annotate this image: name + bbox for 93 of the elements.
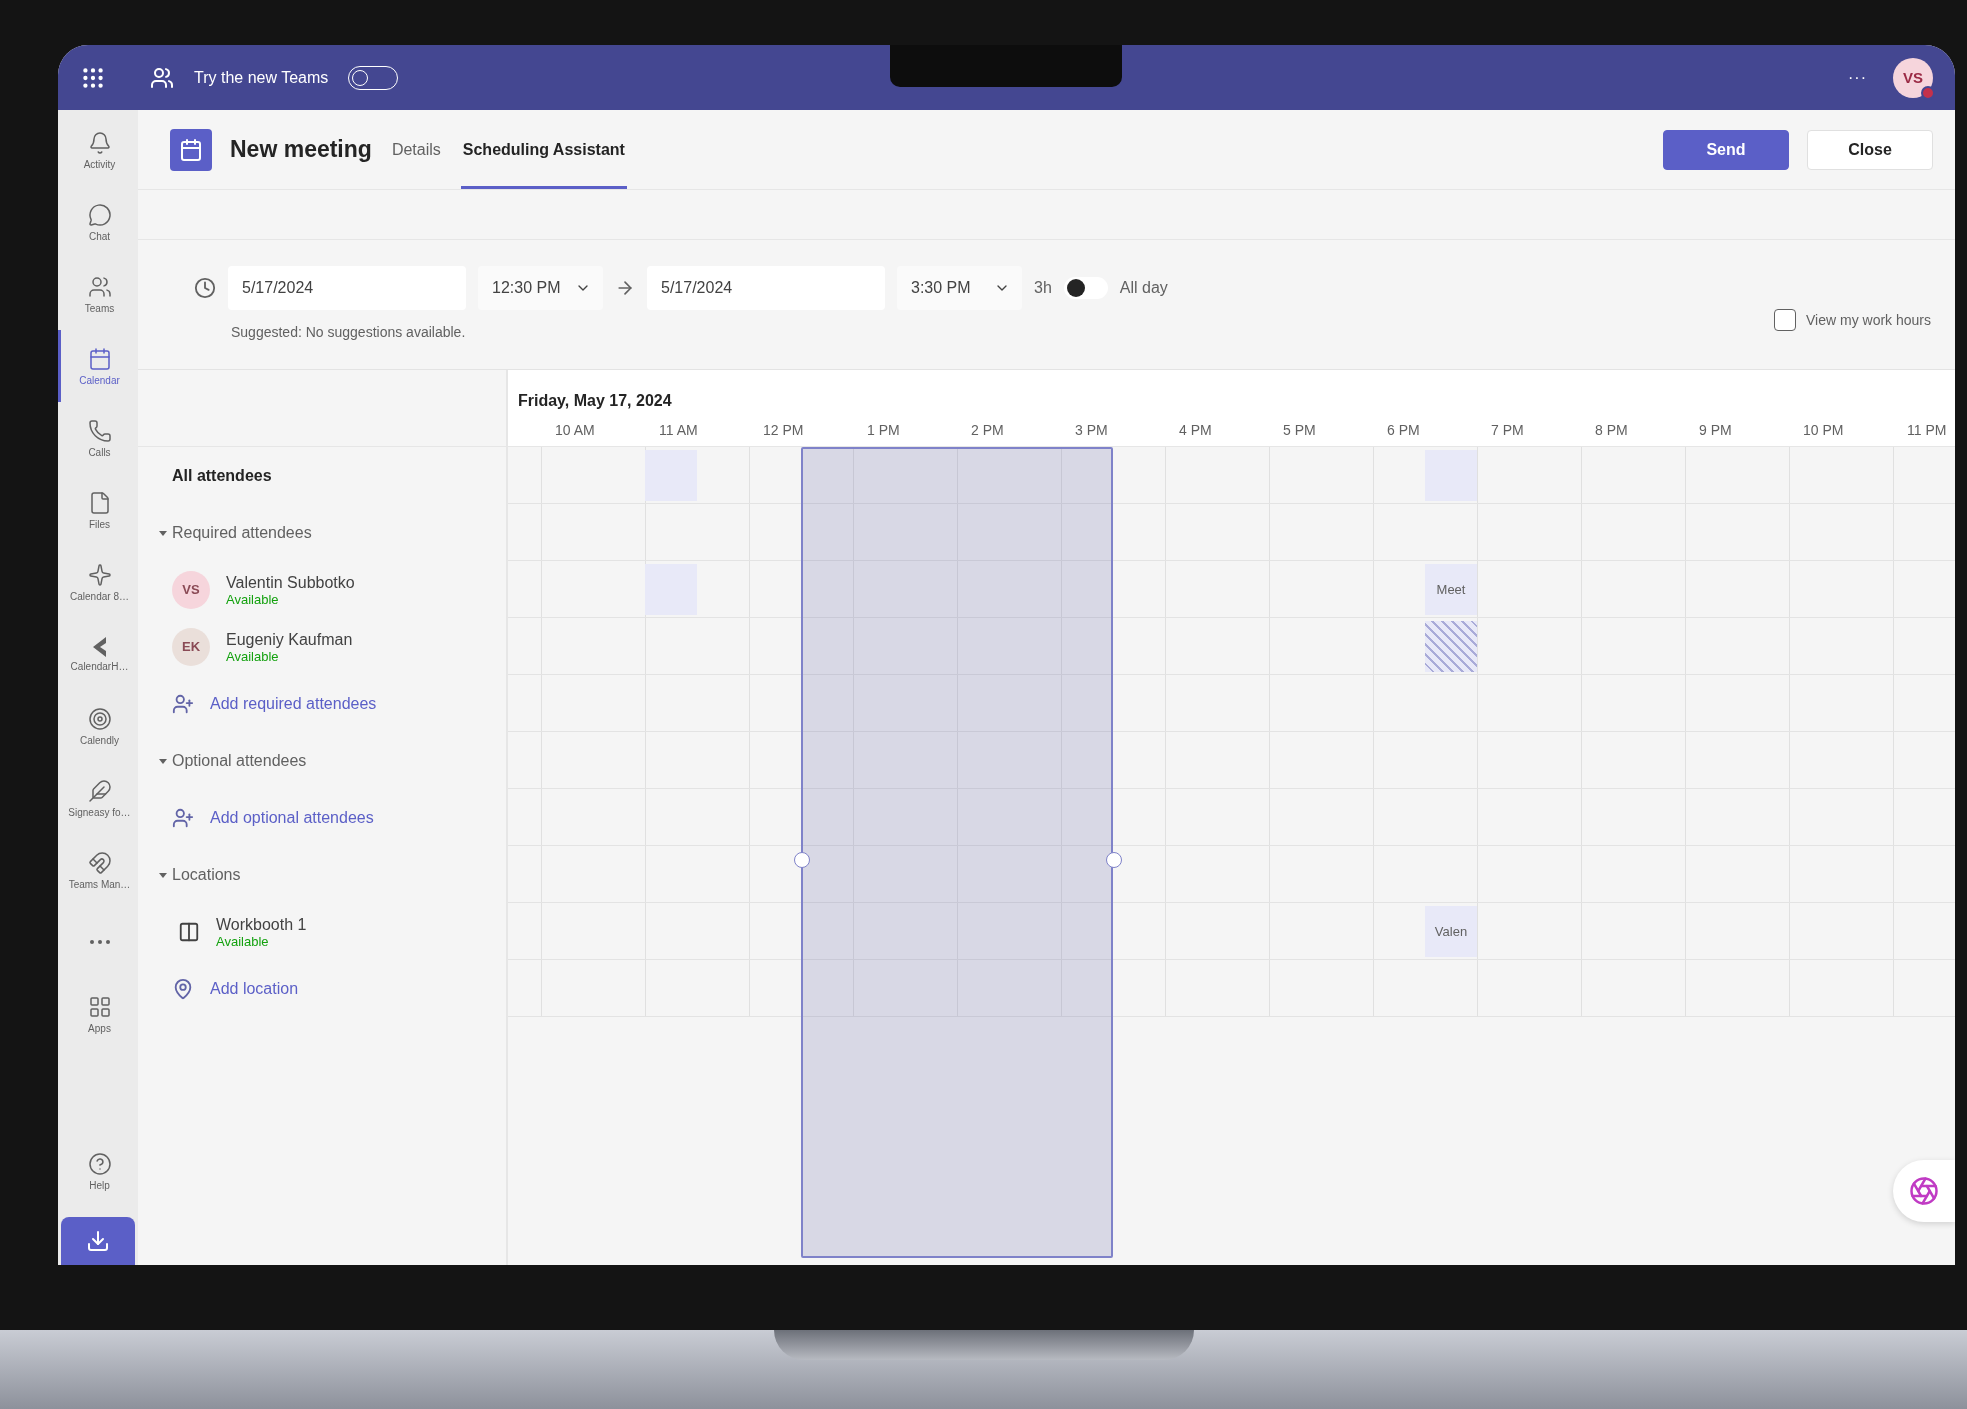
checkbox[interactable]	[1774, 309, 1796, 331]
rail-item[interactable]: Signeasy fo…	[58, 762, 138, 834]
promo-text: Try the new Teams	[194, 68, 329, 87]
busy-block: Valen	[1425, 906, 1477, 957]
work-hours-label: View my work hours	[1806, 312, 1931, 328]
hour-label: 1 PM	[866, 422, 901, 438]
send-button[interactable]: Send	[1663, 129, 1789, 170]
hour-label: 9 PM	[1698, 422, 1733, 438]
hour-label: 4 PM	[1178, 422, 1213, 438]
resize-handle[interactable]	[794, 852, 810, 868]
busy-block: Meet	[1425, 564, 1477, 615]
availability-status: Available	[226, 591, 280, 607]
floating-button[interactable]	[1893, 1160, 1955, 1222]
availability-status: Available	[216, 933, 270, 949]
duration-label: 3h	[1034, 279, 1052, 297]
hour-label: 11 AM	[658, 422, 699, 438]
resize-handle[interactable]	[1106, 852, 1122, 868]
avatar: EK	[172, 627, 210, 666]
bell-icon	[87, 130, 112, 155]
avatar: VS	[172, 570, 210, 609]
attendee-name: Valentin Subbotko	[226, 572, 355, 592]
dots-icon	[89, 940, 110, 944]
busy-block	[645, 564, 697, 615]
tab[interactable]: Details	[389, 110, 443, 189]
attendee-name: Eugeniy Kaufman	[226, 629, 353, 649]
hour-label: 6 PM	[1386, 422, 1421, 438]
magnet-icon	[87, 850, 112, 875]
add-location-link[interactable]: Add location	[210, 979, 299, 998]
download-icon	[86, 1229, 110, 1253]
all-attendees-label: All attendees	[172, 466, 272, 485]
chevron-icon	[92, 636, 107, 657]
hour-label: 10 PM	[1802, 422, 1845, 438]
suggestion-text: Suggested: No suggestions available.	[230, 324, 467, 340]
rail-item[interactable]: Activity	[58, 114, 138, 186]
availability-status: Available	[226, 648, 280, 664]
rail-item[interactable]: Teams	[58, 258, 138, 330]
user-avatar[interactable]: VS	[1893, 57, 1933, 98]
tab[interactable]: Scheduling Assistant	[460, 110, 627, 189]
rail-item[interactable]: Teams Man…	[58, 834, 138, 906]
location-name: Workbooth 1	[216, 914, 307, 934]
add-people-icon	[172, 692, 194, 715]
hour-label: 11 PM	[1906, 422, 1948, 438]
location-pin-icon	[172, 977, 194, 1000]
star-icon	[87, 562, 112, 587]
hour-label: 7 PM	[1490, 422, 1525, 438]
rail-item[interactable]: Calendly	[58, 690, 138, 762]
hour-label: 2 PM	[970, 422, 1005, 438]
aperture-icon	[1909, 1176, 1939, 1206]
hour-label: 8 PM	[1594, 422, 1629, 438]
help-button[interactable]: Help	[58, 1135, 138, 1207]
rail-item[interactable]: Calendar 8…	[58, 546, 138, 618]
section-toggle[interactable]: Optional attendees	[158, 751, 307, 770]
chat-icon	[87, 202, 112, 227]
rail-item[interactable]: Calendar	[58, 330, 138, 402]
more-button[interactable]: ···	[1842, 67, 1873, 88]
start-time-dropdown[interactable]: 12:30 PM	[478, 266, 603, 310]
busy-block	[1425, 450, 1477, 501]
add-people-icon	[172, 806, 194, 829]
end-date-field[interactable]: 5/17/2024	[647, 266, 885, 310]
all-day-label: All day	[1119, 279, 1168, 297]
busy-block	[645, 450, 697, 501]
rail-item[interactable]: Chat	[58, 186, 138, 258]
end-time-dropdown[interactable]: 3:30 PM	[897, 266, 1022, 310]
rail-item[interactable]: Apps	[58, 978, 138, 1050]
calendar-icon	[87, 346, 112, 371]
rail-item[interactable]: Calls	[58, 402, 138, 474]
rail-item[interactable]: CalendarH…	[58, 618, 138, 690]
hour-label: 3 PM	[1074, 422, 1109, 438]
people-icon	[87, 274, 112, 299]
start-date-field[interactable]: 5/17/2024	[228, 266, 466, 310]
all-day-toggle[interactable]	[1063, 277, 1108, 299]
clock-icon	[194, 277, 216, 299]
section-toggle[interactable]: Required attendees	[158, 523, 312, 542]
calendar-icon	[179, 137, 203, 162]
download-button[interactable]	[61, 1217, 135, 1265]
add-attendees-link[interactable]: Add optional attendees	[210, 808, 374, 827]
help-icon	[87, 1151, 112, 1176]
feather-icon	[87, 778, 112, 803]
date-heading: Friday, May 17, 2024	[517, 392, 673, 411]
hour-label: 12 PM	[762, 422, 805, 438]
hour-label: 5 PM	[1282, 422, 1317, 438]
phone-icon	[87, 418, 112, 443]
hour-label: 10 AM	[554, 422, 596, 438]
close-button[interactable]: Close	[1807, 129, 1933, 170]
people-logo-icon	[150, 65, 174, 90]
rail-item[interactable]: Files	[58, 474, 138, 546]
add-attendees-link[interactable]: Add required attendees	[210, 694, 377, 713]
tentative-block	[1425, 621, 1477, 672]
grid-icon	[87, 994, 112, 1019]
room-icon	[178, 920, 200, 943]
meeting-title: New meeting	[230, 136, 372, 163]
section-toggle[interactable]: Locations	[158, 865, 241, 884]
target-icon	[87, 706, 112, 731]
